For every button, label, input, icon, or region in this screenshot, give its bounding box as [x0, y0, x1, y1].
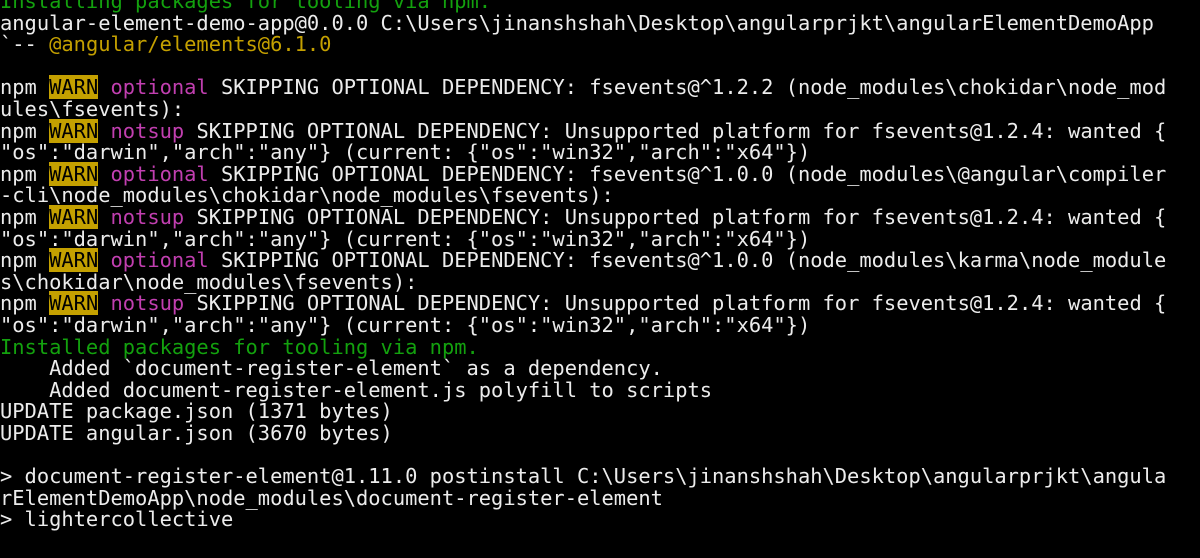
output-text: > lightercollective: [0, 507, 234, 532]
status-message: Installed packages for tooling via npm.: [0, 334, 479, 359]
output-text: UPDATE angular.json (3670 bytes): [0, 421, 393, 445]
output-text: UPDATE package.json (1371 bytes): [0, 399, 393, 424]
warn-badge: WARN: [49, 248, 99, 273]
terminal-line: angular-element-demo-app@0.0.0 C:\Users\…: [0, 10, 1154, 35]
terminal-line: "os":"darwin","arch":"any"} (current: {"…: [0, 313, 811, 337]
output-text: SKIPPING OPTIONAL DEPENDENCY: Unsupporte…: [184, 205, 1167, 229]
warning-type-label: notsup: [110, 118, 185, 143]
output-text: SKIPPING OPTIONAL DEPENDENCY: fsevents@^…: [208, 248, 1167, 273]
warn-badge: WARN: [49, 118, 99, 143]
output-text: rElementDemoApp\node_modules\document-re…: [0, 485, 663, 510]
terminal-line: `-- @angular/elements@6.1.0: [0, 32, 332, 57]
terminal-line: npm WARN optional SKIPPING OPTIONAL DEPE…: [0, 248, 1167, 273]
output-text: -cli\node_modules\chokidar\node_modules\…: [0, 183, 614, 208]
output-text: SKIPPING OPTIONAL DEPENDENCY: Unsupporte…: [184, 291, 1167, 316]
output-text: npm: [0, 205, 50, 229]
package-name: @angular/elements@6.1.0: [49, 32, 332, 57]
output-text: Added `document-register-element` as a d…: [0, 356, 663, 381]
terminal-line: UPDATE package.json (1371 bytes): [0, 401, 393, 423]
output-text: npm: [0, 291, 50, 316]
output-text: `--: [0, 32, 50, 57]
warn-badge: WARN: [49, 291, 99, 316]
terminal-line: npm WARN notsup SKIPPING OPTIONAL DEPEND…: [0, 205, 1167, 229]
terminal-line: Added document-register-element.js polyf…: [0, 377, 713, 402]
output-text: s\chokidar\node_modules\fsevents):: [0, 269, 418, 294]
terminal-line: "os":"darwin","arch":"any"} (current: {"…: [0, 226, 811, 251]
terminal-line: npm WARN notsup SKIPPING OPTIONAL DEPEND…: [0, 118, 1167, 143]
terminal-line: "os":"darwin","arch":"any"} (current: {"…: [0, 140, 811, 165]
warn-badge: WARN: [49, 205, 99, 229]
output-text: ules\fsevents):: [0, 97, 185, 121]
terminal-line: ules\fsevents):: [0, 97, 185, 121]
output-text: angular-element-demo-app@0.0.0 C:\Users\…: [0, 10, 1154, 35]
terminal-line: Installed packages for tooling via npm.: [0, 334, 479, 359]
output-text: > document-register-element@1.11.0 posti…: [0, 464, 1167, 489]
output-text: SKIPPING OPTIONAL DEPENDENCY: fsevents@^…: [208, 161, 1167, 186]
warning-type-label: notsup: [110, 291, 185, 316]
terminal-line: npm WARN optional SKIPPING OPTIONAL DEPE…: [0, 161, 1167, 186]
terminal-line: -cli\node_modules\chokidar\node_modules\…: [0, 185, 614, 207]
warning-type-label: optional: [110, 248, 209, 273]
terminal-line: > document-register-element@1.11.0 posti…: [0, 464, 1167, 489]
warning-type-label: optional: [110, 161, 209, 186]
output-text: npm: [0, 75, 50, 100]
output-text: SKIPPING OPTIONAL DEPENDENCY: fsevents@^…: [208, 75, 1167, 100]
terminal-line: npm WARN notsup SKIPPING OPTIONAL DEPEND…: [0, 291, 1167, 316]
warning-type-label: optional: [110, 75, 209, 100]
terminal-window[interactable]: Installing packages for tooling via npm.…: [0, 0, 1200, 558]
output-text: "os":"darwin","arch":"any"} (current: {"…: [0, 140, 811, 165]
warn-badge: WARN: [49, 161, 99, 186]
terminal-line: Added `document-register-element` as a d…: [0, 356, 663, 381]
warn-badge: WARN: [49, 75, 99, 100]
output-text: npm: [0, 118, 50, 143]
output-text: Added document-register-element.js polyf…: [0, 377, 713, 402]
output-text: SKIPPING OPTIONAL DEPENDENCY: Unsupporte…: [184, 118, 1167, 143]
terminal-line: s\chokidar\node_modules\fsevents):: [0, 269, 418, 294]
output-text: "os":"darwin","arch":"any"} (current: {"…: [0, 313, 811, 337]
terminal-line: > lightercollective: [0, 509, 233, 531]
terminal-line: rElementDemoApp\node_modules\document-re…: [0, 485, 663, 510]
warning-type-label: notsup: [110, 205, 185, 229]
output-text: npm: [0, 248, 50, 273]
terminal-line: UPDATE angular.json (3670 bytes): [0, 421, 393, 445]
terminal-line: npm WARN optional SKIPPING OPTIONAL DEPE…: [0, 75, 1167, 100]
output-text: npm: [0, 161, 50, 186]
output-text: "os":"darwin","arch":"any"} (current: {"…: [0, 226, 811, 251]
